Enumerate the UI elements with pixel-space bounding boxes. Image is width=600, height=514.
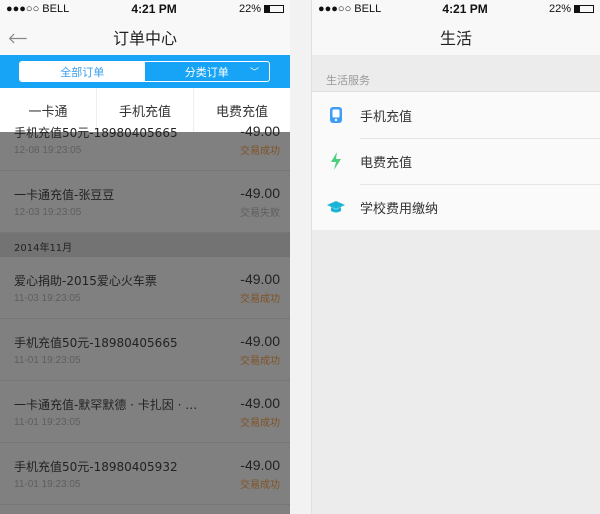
- order-title: 手机充值50元-18980405665: [14, 125, 178, 140]
- battery-icon: [573, 5, 594, 14]
- order-row[interactable]: 一卡通充值-张豆豆 12-03 19:23:05 -49.00 交易失败: [0, 171, 290, 233]
- nav-bar: ← 订单中心: [0, 18, 290, 55]
- order-date: 11-01 19:23:05: [14, 354, 81, 366]
- order-row[interactable]: 手机充值50元-18980405665 12-08 19:23:05 -49.0…: [0, 109, 290, 171]
- order-list: 手机充值50元-18980405665 12-08 19:23:05 -49.0…: [0, 109, 290, 505]
- order-date: 11-01 19:23:05: [14, 478, 81, 490]
- order-date: 11-01 19:23:05: [14, 416, 81, 428]
- service-item[interactable]: 学校费用缴纳: [312, 184, 600, 230]
- order-amount: -49.00: [240, 332, 280, 349]
- order-row[interactable]: 手机充值50元-18980405665 11-01 19:23:05 -49.0…: [0, 319, 290, 381]
- order-center-screen: ●●●○○ BELL 4:21 PM 22% ← 订单中心 全部订单 分类订单 ﹀…: [0, 0, 290, 514]
- battery-percent: 22%: [548, 3, 571, 15]
- order-amount: -49.00: [240, 270, 280, 287]
- status-bar: ●●●○○ BELL 4:21 PM 22%: [0, 0, 290, 18]
- service-label: 学校费用缴纳: [360, 201, 439, 217]
- battery: 22%: [239, 3, 284, 15]
- service-item[interactable]: 电费充值: [312, 138, 600, 184]
- status-bar: ●●●○○ BELL 4:21 PM 22%: [312, 0, 600, 18]
- order-status: 交易成功: [240, 145, 280, 157]
- section-header: 生活服务: [312, 55, 600, 92]
- back-arrow-icon[interactable]: ←: [8, 24, 28, 52]
- carrier: ●●●○○ BELL: [318, 3, 382, 15]
- order-date: 12-08 19:23:05: [14, 144, 82, 156]
- nav-bar: 生活: [312, 18, 600, 55]
- segment-bar: 全部订单 分类订单 ﹀: [0, 55, 290, 88]
- order-title: 手机充值50元-18980405665: [14, 335, 178, 350]
- carrier: ●●●○○ BELL: [6, 3, 70, 15]
- order-status: 交易成功: [240, 417, 280, 429]
- phone-icon: [312, 106, 360, 124]
- order-amount: -49.00: [240, 456, 280, 473]
- chevron-down-icon: ﹀: [249, 68, 259, 78]
- clock: 4:21 PM: [131, 2, 177, 16]
- tab-label: 分类订单: [184, 65, 229, 79]
- order-row[interactable]: 一卡通充值-默罕默德 · 卡扎因 · … 11-01 19:23:05 -49.…: [0, 381, 290, 443]
- order-title: 一卡通充值-张豆豆: [14, 187, 115, 202]
- service-label: 电费充值: [360, 155, 413, 171]
- order-amount: -49.00: [240, 184, 280, 201]
- order-title: 一卡通充值-默罕默德 · 卡扎因 · …: [14, 397, 198, 412]
- order-row[interactable]: 爱心捐助-2015爱心火车票 11-03 19:23:05 -49.00 交易成…: [0, 257, 290, 319]
- page-title: 订单中心: [112, 28, 177, 48]
- order-status: 交易成功: [240, 355, 280, 367]
- battery-icon: [263, 5, 284, 14]
- order-date: 12-03 19:23:05: [14, 206, 82, 218]
- tab-all-orders[interactable]: 全部订单: [20, 62, 145, 81]
- order-title: 爱心捐助-2015爱心火车票: [14, 273, 157, 288]
- order-status: 交易成功: [240, 293, 280, 305]
- order-status: 交易成功: [240, 479, 280, 491]
- tab-category-orders[interactable]: 分类订单 ﹀: [145, 62, 270, 81]
- order-row[interactable]: 手机充值50元-18980405932 11-01 19:23:05 -49.0…: [0, 443, 290, 505]
- order-status: 交易失败: [240, 207, 280, 219]
- section-header: 2014年11月: [0, 233, 290, 257]
- clock: 4:21 PM: [442, 2, 488, 16]
- order-amount: -49.00: [240, 122, 280, 139]
- segment-control: 全部订单 分类订单 ﹀: [19, 61, 270, 82]
- service-list: 手机充值电费充值学校费用缴纳: [312, 92, 600, 230]
- battery-percent: 22%: [238, 3, 261, 15]
- lightning-icon: [312, 152, 360, 170]
- page-title: 生活: [439, 28, 472, 48]
- battery: 22%: [549, 3, 594, 15]
- life-screen: ●●●○○ BELL 4:21 PM 22% 生活 生活服务 手机充值电费充值学…: [311, 0, 600, 514]
- graduation-cap-icon: [312, 200, 360, 214]
- service-label: 手机充值: [360, 109, 413, 125]
- order-title: 手机充值50元-18980405932: [14, 459, 178, 474]
- service-item[interactable]: 手机充值: [312, 92, 600, 138]
- order-date: 11-03 19:23:05: [14, 292, 81, 304]
- order-amount: -49.00: [240, 394, 280, 411]
